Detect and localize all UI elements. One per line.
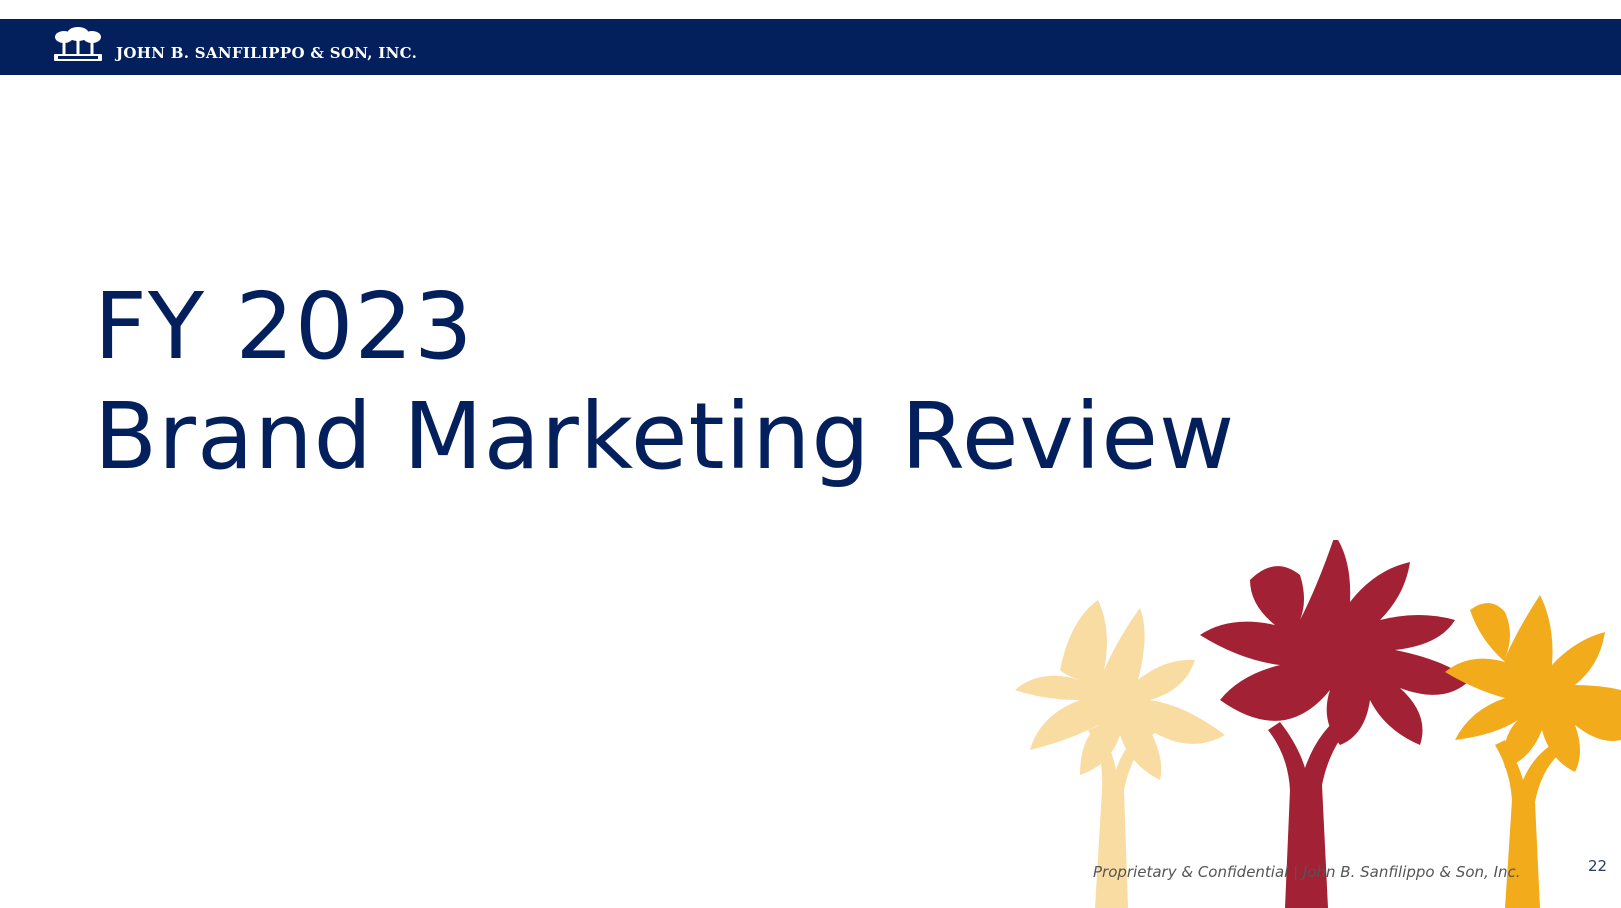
company-name: JOHN B. SANFILIPPO & SON, INC. [116, 44, 418, 62]
palm-trees-logo-icon [54, 27, 102, 61]
title-subject: Brand Marketing Review [94, 383, 1236, 490]
page-number: 22 [1588, 857, 1608, 875]
trees-illustration-icon [1015, 540, 1621, 908]
title-year: FY 2023 [94, 273, 474, 380]
slide-title: FY 2023 Brand Marketing Review [94, 272, 1235, 492]
confidential-footer: Proprietary & Confidential | John B. San… [1093, 863, 1521, 881]
header-bar: JOHN B. SANFILIPPO & SON, INC. [0, 19, 1621, 75]
